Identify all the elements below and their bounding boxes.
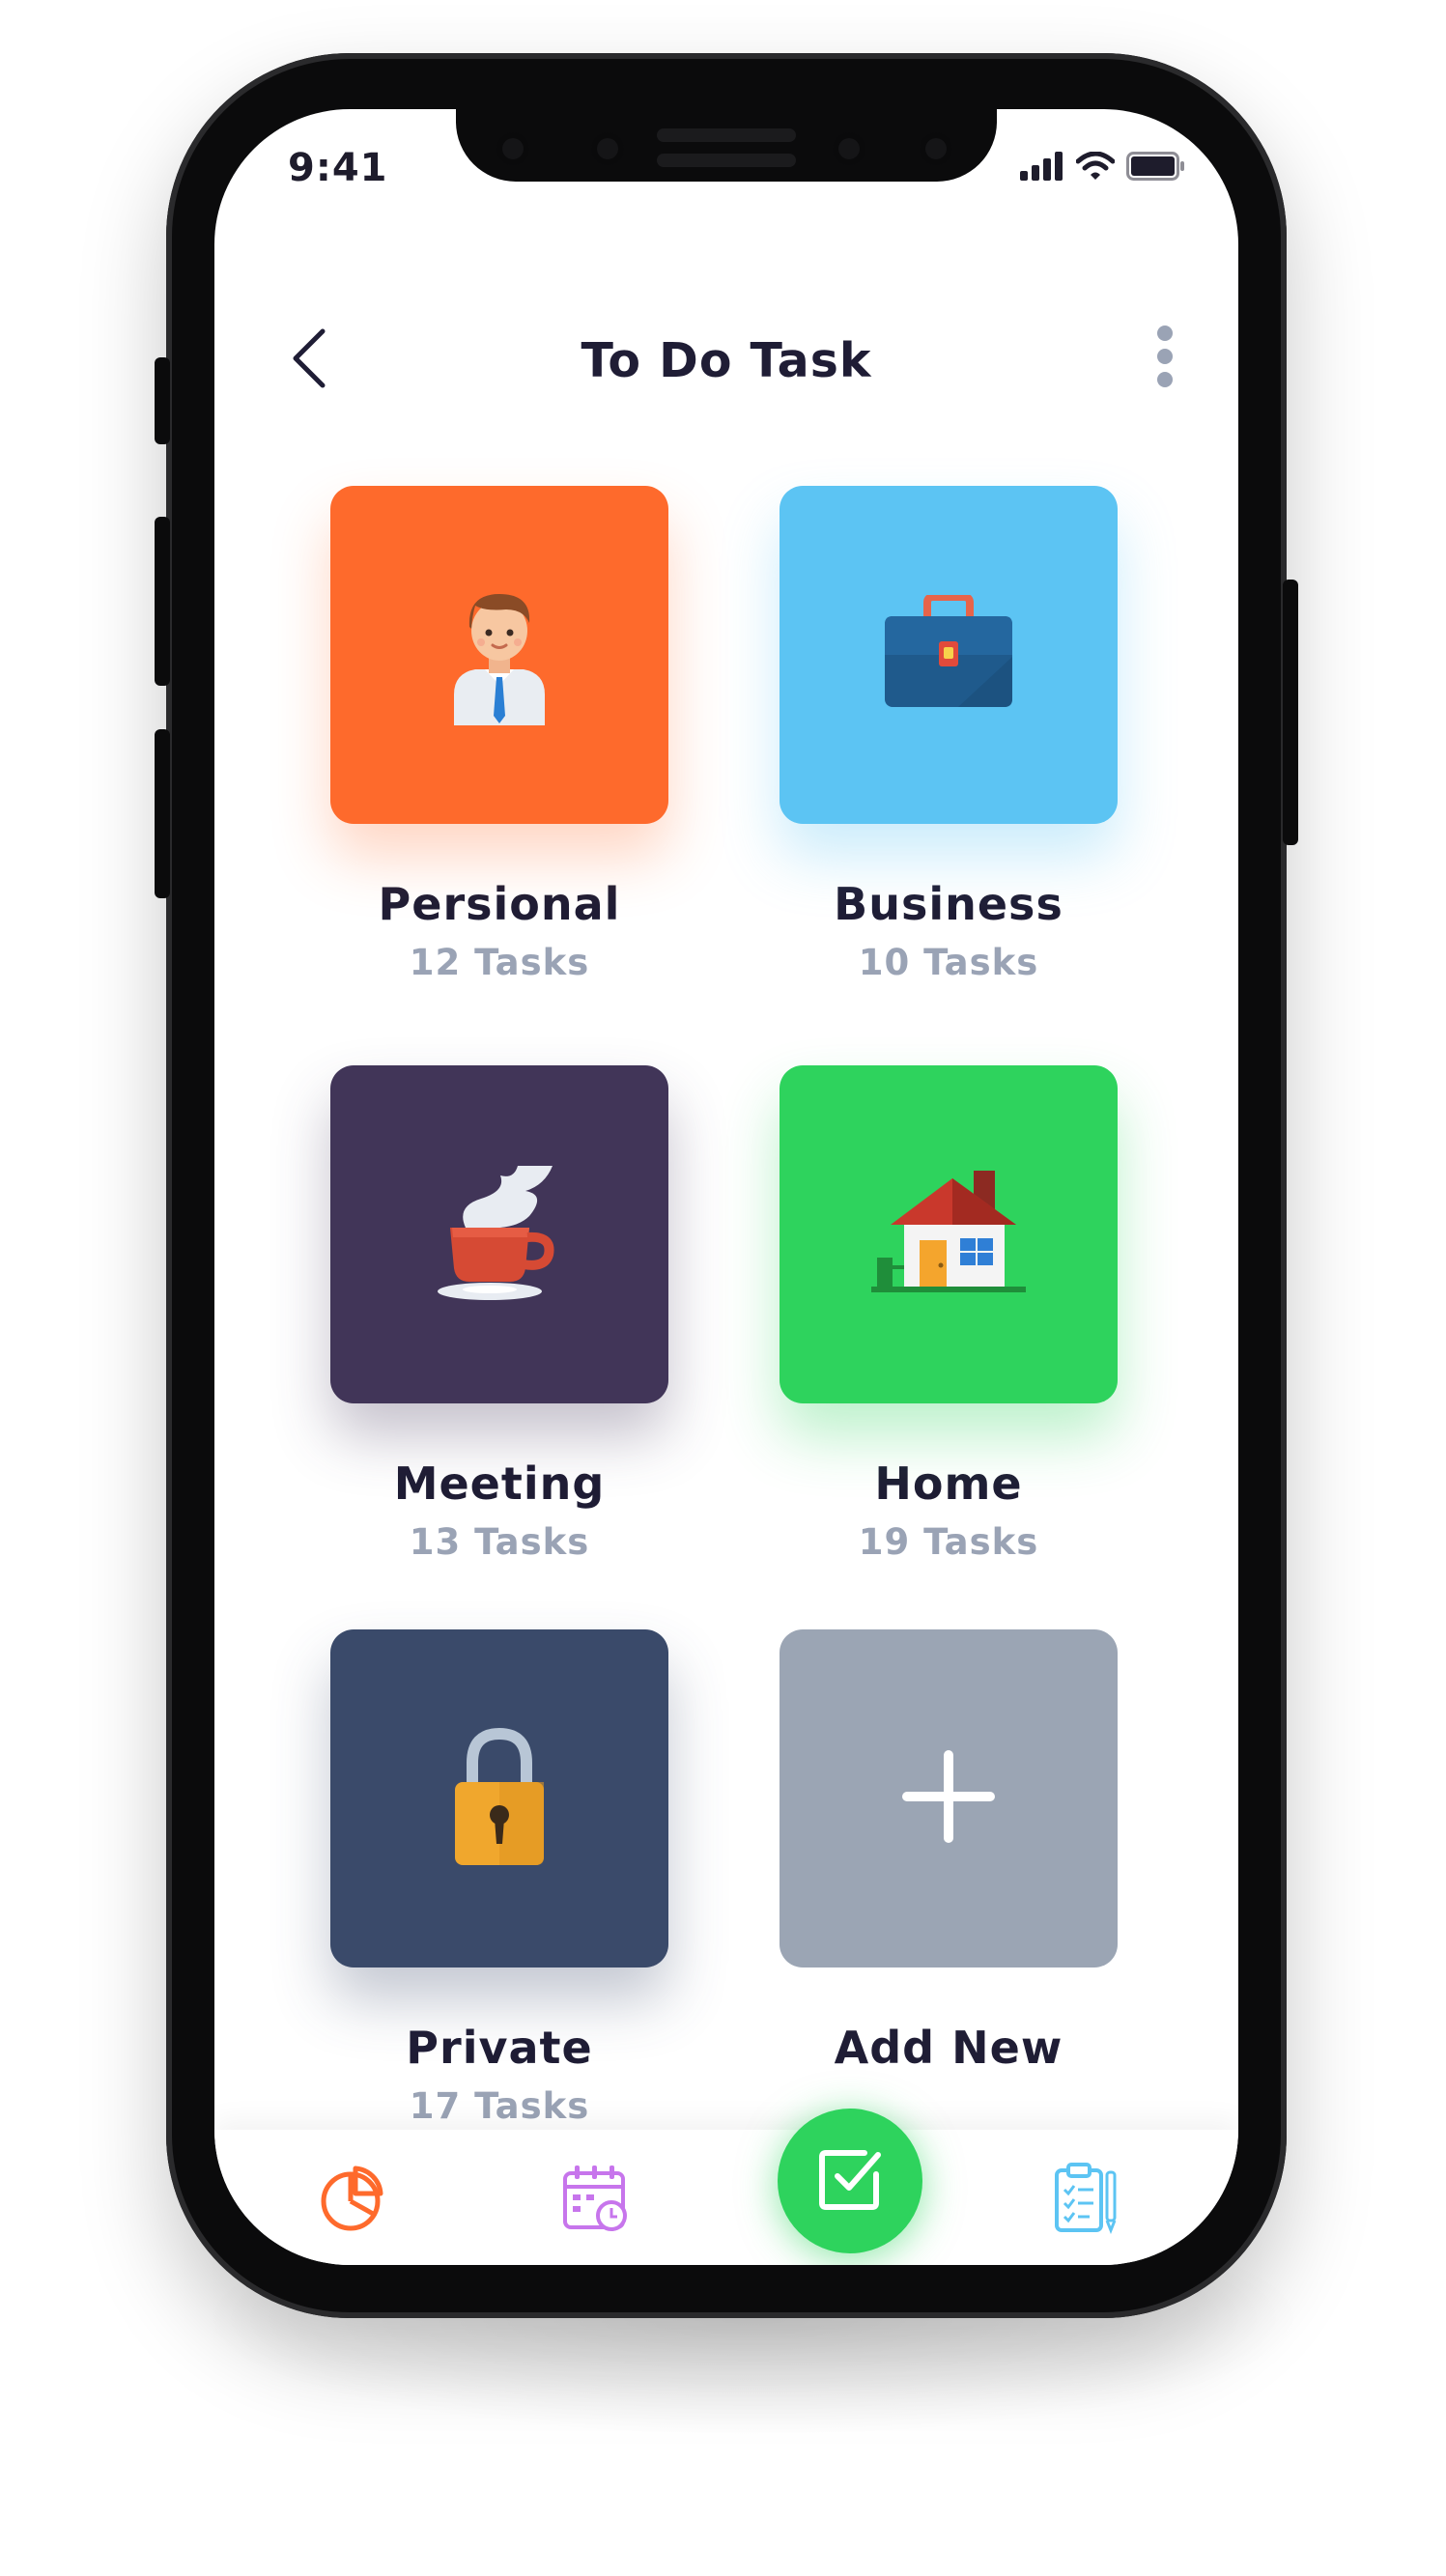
battery-icon: [1126, 152, 1186, 184]
category-tile[interactable]: [330, 486, 668, 824]
category-task-count: 12 Tasks: [409, 942, 590, 983]
bottom-navigation: [214, 2130, 1238, 2265]
pie-chart-icon: [317, 2165, 384, 2236]
nav-stats[interactable]: [307, 2157, 394, 2244]
phone-frame: 9:41 To Do Task Persional 12 Tasks Busin…: [155, 53, 1298, 2318]
category-title: Private: [406, 2022, 593, 2074]
house-icon: [871, 1165, 1026, 1304]
nav-checklist[interactable]: [1043, 2157, 1130, 2244]
more-options-button[interactable]: [1136, 318, 1194, 395]
category-title: Business: [834, 878, 1063, 930]
category-title: Meeting: [393, 1458, 606, 1510]
category-tile[interactable]: [780, 1065, 1118, 1403]
tasks-fab-button[interactable]: [778, 2109, 922, 2253]
volume-up-button: [155, 517, 170, 686]
volume-down-button: [155, 729, 170, 898]
page-title: To Do Task: [581, 333, 872, 388]
proximity-sensor: [833, 132, 865, 165]
status-icons: [1020, 151, 1186, 184]
add-new-category-card[interactable]: Add New: [780, 1629, 1118, 2074]
category-title: Add New: [834, 2022, 1063, 2074]
category-task-count: 19 Tasks: [858, 1521, 1039, 1563]
businessman-icon: [446, 580, 553, 729]
plus-icon: [900, 1748, 997, 1849]
notch: [456, 109, 997, 182]
signal-icon: [1020, 152, 1064, 184]
add-new-tile[interactable]: [780, 1629, 1118, 1967]
category-tile[interactable]: [330, 1629, 668, 1967]
category-title: Persional: [378, 878, 621, 930]
coffee-cup-icon: [437, 1160, 562, 1309]
category-tile[interactable]: [330, 1065, 668, 1403]
category-card-home[interactable]: Home 19 Tasks: [780, 1065, 1118, 1564]
wifi-icon: [1075, 151, 1116, 184]
checkbox-icon: [816, 2145, 884, 2217]
briefcase-icon: [881, 593, 1016, 715]
more-vertical-icon: [1157, 326, 1173, 341]
front-camera: [591, 132, 624, 165]
app-screen: 9:41 To Do Task Persional 12 Tasks Busin…: [214, 109, 1238, 2265]
earpiece-speaker: [657, 128, 796, 142]
category-task-count: 17 Tasks: [409, 2085, 590, 2127]
app-header: To Do Task: [214, 302, 1238, 409]
more-vertical-icon: [1157, 349, 1173, 364]
front-sensor: [496, 132, 529, 165]
more-vertical-icon: [1157, 372, 1173, 387]
category-task-count: 10 Tasks: [858, 942, 1039, 983]
front-camera-lens: [920, 132, 952, 165]
calendar-icon: [561, 2164, 631, 2237]
category-tile[interactable]: [780, 486, 1118, 824]
category-title: Home: [874, 1458, 1023, 1510]
category-card-private[interactable]: Private 17 Tasks: [330, 1629, 668, 2128]
category-card-business[interactable]: Business 10 Tasks: [780, 486, 1118, 984]
nav-calendar[interactable]: [553, 2157, 639, 2244]
power-button: [1283, 580, 1298, 845]
padlock-icon: [451, 1724, 548, 1873]
category-card-meeting[interactable]: Meeting 13 Tasks: [330, 1065, 668, 1564]
canvas: 9:41 To Do Task Persional 12 Tasks Busin…: [0, 0, 1446, 2576]
status-time: 9:41: [288, 146, 388, 190]
mute-switch: [155, 357, 170, 444]
category-task-count: 13 Tasks: [409, 1521, 590, 1563]
category-card-persional[interactable]: Persional 12 Tasks: [330, 486, 668, 984]
earpiece-grille: [657, 154, 796, 167]
checklist-icon: [1053, 2163, 1120, 2238]
